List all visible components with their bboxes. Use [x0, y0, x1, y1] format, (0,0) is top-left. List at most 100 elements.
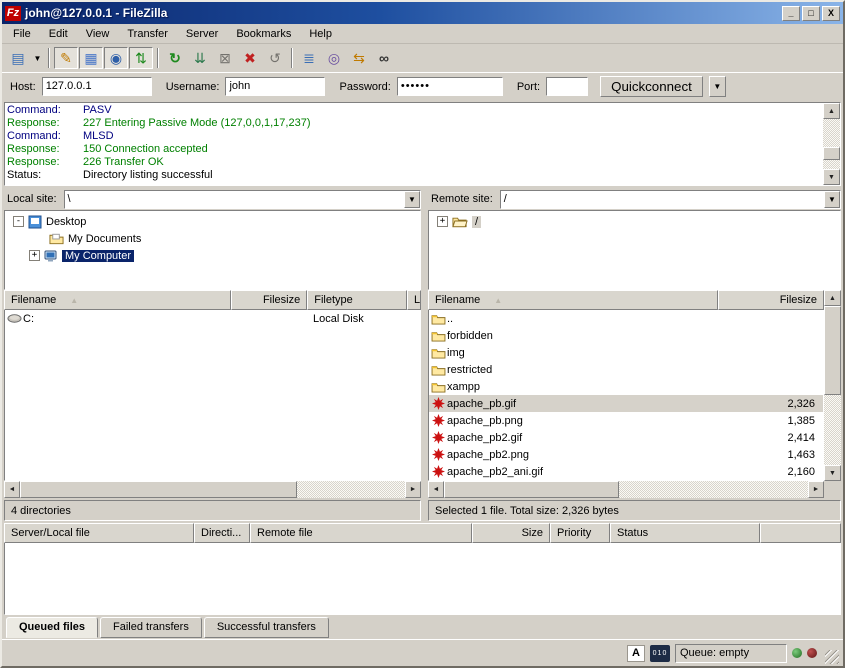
- local-directory-tree[interactable]: - Desktop My Documents + My Computer: [4, 210, 421, 290]
- menu-transfer[interactable]: Transfer: [118, 26, 177, 42]
- port-input[interactable]: [546, 77, 588, 96]
- log-vertical-scrollbar[interactable]: ▲ ▼: [823, 103, 840, 185]
- collapse-icon[interactable]: -: [13, 216, 24, 227]
- resize-grip[interactable]: [825, 650, 839, 664]
- remote-status-text: Selected 1 file. Total size: 2,326 bytes: [428, 500, 841, 521]
- column-header-direction[interactable]: Directi...: [194, 523, 250, 543]
- remote-list-body[interactable]: .. forbidden img restricted xampp apache…: [428, 310, 824, 481]
- scroll-right-icon[interactable]: ►: [808, 481, 824, 498]
- remote-file-row[interactable]: apache_pb2_ani.gif2,160: [429, 463, 823, 480]
- image-file-icon: [429, 431, 447, 444]
- local-horizontal-scrollbar[interactable]: ◄ ►: [4, 481, 421, 498]
- chevron-down-icon[interactable]: ▼: [824, 191, 840, 208]
- local-file-row[interactable]: C: Local Disk: [5, 310, 420, 327]
- username-input[interactable]: john: [225, 77, 325, 96]
- remote-site-combobox[interactable]: / ▼: [500, 190, 841, 209]
- tree-item-desktop[interactable]: - Desktop: [5, 213, 420, 230]
- scroll-up-icon[interactable]: ▲: [823, 103, 840, 119]
- tab-successful-transfers[interactable]: Successful transfers: [204, 617, 329, 638]
- refresh-icon[interactable]: ↻: [163, 47, 187, 69]
- minimize-button[interactable]: _: [782, 6, 800, 21]
- scroll-up-icon[interactable]: ▲: [824, 290, 841, 306]
- scroll-down-icon[interactable]: ▼: [824, 465, 841, 481]
- column-header-priority[interactable]: Priority: [550, 523, 610, 543]
- close-button[interactable]: X: [822, 6, 840, 21]
- remote-directory-tree[interactable]: + /: [428, 210, 841, 290]
- toggle-message-log-icon[interactable]: ✎: [54, 47, 78, 69]
- column-header-filename[interactable]: Filename▲: [428, 290, 718, 310]
- column-header-filesize[interactable]: Filesize: [718, 290, 824, 310]
- reconnect-icon[interactable]: ↺: [263, 47, 287, 69]
- remote-file-row[interactable]: xampp: [429, 378, 823, 395]
- remote-file-row[interactable]: apache_pb2.gif2,414: [429, 429, 823, 446]
- maximize-button[interactable]: □: [802, 6, 820, 21]
- column-header-filesize[interactable]: Filesize: [231, 290, 307, 310]
- ascii-transfer-type-icon[interactable]: A: [627, 645, 645, 662]
- password-input[interactable]: ••••••: [397, 77, 503, 96]
- remote-horizontal-scrollbar[interactable]: ◄ ►: [428, 481, 824, 498]
- remote-file-row[interactable]: ..: [429, 310, 823, 327]
- site-manager-icon[interactable]: ▤: [6, 47, 30, 69]
- column-header-filename[interactable]: Filename▲: [4, 290, 231, 310]
- menu-edit[interactable]: Edit: [40, 26, 77, 42]
- directory-comparison-icon[interactable]: ◎: [322, 47, 346, 69]
- remote-file-row[interactable]: apache_pb.png1,385: [429, 412, 823, 429]
- host-input[interactable]: 127.0.0.1: [42, 77, 152, 96]
- scroll-left-icon[interactable]: ◄: [428, 481, 444, 498]
- column-header-status[interactable]: Status: [610, 523, 760, 543]
- site-manager-dropdown-icon[interactable]: ▼: [31, 47, 44, 69]
- filter-icon[interactable]: ≣: [297, 47, 321, 69]
- find-files-icon[interactable]: ∞: [372, 47, 396, 69]
- column-header-server-local-file[interactable]: Server/Local file: [4, 523, 194, 543]
- menu-help[interactable]: Help: [300, 26, 341, 42]
- tab-queued-files[interactable]: Queued files: [6, 617, 98, 638]
- column-header-last-modified[interactable]: L: [407, 290, 421, 310]
- tree-item-root[interactable]: + /: [429, 213, 840, 230]
- toggle-remote-tree-icon[interactable]: ◉: [104, 47, 128, 69]
- disconnect-icon[interactable]: ✖: [238, 47, 262, 69]
- synchronized-browsing-icon[interactable]: ⇆: [347, 47, 371, 69]
- cancel-operation-icon[interactable]: ⊠: [213, 47, 237, 69]
- expand-icon[interactable]: +: [29, 250, 40, 261]
- tree-item-my-computer[interactable]: + My Computer: [5, 247, 420, 264]
- remote-file-row[interactable]: img: [429, 344, 823, 361]
- tab-failed-transfers[interactable]: Failed transfers: [100, 617, 202, 638]
- scroll-down-icon[interactable]: ▼: [823, 169, 840, 185]
- send-activity-led-icon: [807, 648, 817, 658]
- menu-bookmarks[interactable]: Bookmarks: [227, 26, 300, 42]
- tree-item-my-documents[interactable]: My Documents: [5, 230, 420, 247]
- remote-vertical-scrollbar[interactable]: ▲ ▼: [824, 290, 841, 481]
- toolbar: ▤ ▼ ✎ ▦ ◉ ⇅ ↻ ⇊ ⊠ ✖ ↺ ≣ ◎ ⇆ ∞: [2, 44, 843, 72]
- folder-icon: [429, 347, 447, 359]
- toggle-transfer-queue-icon[interactable]: ⇅: [129, 47, 153, 69]
- scroll-right-icon[interactable]: ►: [405, 481, 421, 498]
- image-file-icon: [429, 448, 447, 461]
- scroll-left-icon[interactable]: ◄: [4, 481, 20, 498]
- local-site-combobox[interactable]: \ ▼: [64, 190, 421, 209]
- remote-file-row-selected[interactable]: apache_pb.gif2,326: [429, 395, 823, 412]
- queue-body[interactable]: [4, 543, 841, 615]
- expand-icon[interactable]: +: [437, 216, 448, 227]
- remote-file-row[interactable]: apache_pb2.png1,463: [429, 446, 823, 463]
- quickconnect-button[interactable]: Quickconnect: [600, 76, 703, 97]
- local-list-body[interactable]: C: Local Disk: [4, 310, 421, 481]
- menu-file[interactable]: File: [4, 26, 40, 42]
- toggle-local-tree-icon[interactable]: ▦: [79, 47, 103, 69]
- menu-server[interactable]: Server: [177, 26, 227, 42]
- menu-view[interactable]: View: [77, 26, 119, 42]
- image-file-icon: [429, 465, 447, 478]
- quickconnect-dropdown-icon[interactable]: ▼: [709, 76, 726, 97]
- username-label: Username:: [166, 81, 220, 93]
- column-header-remote-file[interactable]: Remote file: [250, 523, 472, 543]
- process-queue-icon[interactable]: ⇊: [188, 47, 212, 69]
- chevron-down-icon[interactable]: ▼: [404, 191, 420, 208]
- message-log[interactable]: Command:PASV Response:227 Entering Passi…: [5, 103, 823, 185]
- remote-file-row[interactable]: forbidden: [429, 327, 823, 344]
- toolbar-separator: [48, 48, 50, 68]
- remote-file-row[interactable]: restricted: [429, 361, 823, 378]
- title-bar: Fz john@127.0.0.1 - FileZilla _ □ X: [2, 2, 843, 24]
- log-text: 227 Entering Passive Mode (127,0,0,1,17,…: [83, 117, 310, 130]
- column-header-size[interactable]: Size: [472, 523, 550, 543]
- column-header-filetype[interactable]: Filetype: [307, 290, 407, 310]
- binary-transfer-type-icon[interactable]: 010: [650, 645, 670, 662]
